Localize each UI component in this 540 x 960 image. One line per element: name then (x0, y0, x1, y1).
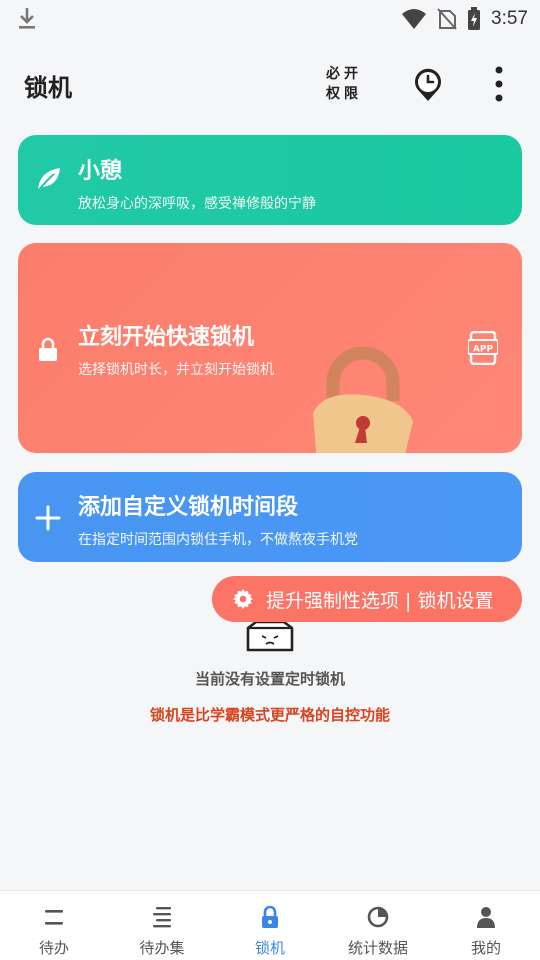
wifi-icon (402, 9, 427, 29)
nav-label-todo-list: 待办集 (139, 939, 185, 957)
leaf-icon (37, 168, 60, 192)
quick-lock-card-subtitle: 选择锁机时长，并立刻开始锁机 (78, 362, 274, 378)
nav-item-todo-list[interactable]: 待办集 (108, 891, 216, 960)
person-icon (477, 907, 495, 928)
pie-chart-icon (367, 906, 389, 928)
nav-item-stats[interactable]: 统计数据 (324, 891, 432, 960)
todo-list-icon (153, 907, 171, 928)
battery-icon (468, 7, 481, 30)
quick-lock-card-title: 立刻开始快速锁机 (78, 325, 255, 350)
custom-period-card[interactable]: 添加自定义锁机时间段 在指定时间范围内锁住手机，不做熬夜手机党 (18, 472, 522, 562)
gear-icon (232, 588, 254, 610)
status-time: 3:57 (491, 8, 528, 29)
nav-label-profile: 我的 (470, 939, 501, 957)
bottom-nav: 待办 待办集 锁机 统计数据 我的 (0, 890, 540, 960)
no-sim-icon (437, 8, 457, 30)
status-icons: 3:57 (401, 4, 528, 34)
empty-state-hint: 锁机是比学霸模式更严格的自控功能 (149, 706, 390, 724)
lock-settings-button[interactable]: 提升强制性选项 | 锁机设置 (212, 576, 522, 622)
quick-lock-card[interactable]: 立刻开始快速锁机 选择锁机时长，并立刻开始锁机 APP (18, 243, 522, 453)
empty-state-message: 当前没有设置定时锁机 (194, 670, 345, 688)
status-bar: 3:57 (0, 0, 540, 38)
page-title: 锁机 (24, 74, 72, 102)
custom-period-card-title: 添加自定义锁机时间段 (78, 495, 299, 520)
lock-icon (262, 905, 278, 928)
padlock-illustration (313, 346, 413, 453)
app-whitelist-icon[interactable]: APP (468, 331, 498, 365)
lock-settings-label: 提升强制性选项 | 锁机设置 (266, 589, 494, 612)
app-whitelist-label: APP (473, 345, 494, 355)
rest-card[interactable]: 小憩 放松身心的深呼吸，感受禅修般的宁静 (18, 135, 522, 225)
clock-location-icon[interactable] (408, 64, 448, 104)
permissions-label-line1: 必开 (326, 66, 362, 82)
todo-icon (45, 910, 63, 925)
download-icon (19, 8, 35, 29)
app-bar: 锁机 必开 权限 (0, 52, 540, 116)
custom-period-card-subtitle: 在指定时间范围内锁住手机，不做熬夜手机党 (78, 532, 358, 548)
rest-card-title: 小憩 (78, 159, 123, 184)
nav-label-stats: 统计数据 (347, 939, 408, 957)
rest-card-subtitle: 放松身心的深呼吸，感受禅修般的宁静 (78, 196, 316, 212)
permissions-button[interactable]: 必开 权限 (324, 64, 364, 104)
plus-icon (35, 505, 61, 531)
nav-label-lock: 锁机 (254, 939, 285, 957)
permissions-label-line2: 权限 (326, 86, 362, 102)
more-options-icon[interactable] (484, 62, 514, 106)
nav-item-profile[interactable]: 我的 (432, 891, 540, 960)
lock-icon (39, 337, 57, 361)
nav-label-todo: 待办 (38, 939, 69, 957)
nav-item-lock[interactable]: 锁机 (216, 891, 324, 960)
nav-item-todo[interactable]: 待办 (0, 891, 108, 960)
